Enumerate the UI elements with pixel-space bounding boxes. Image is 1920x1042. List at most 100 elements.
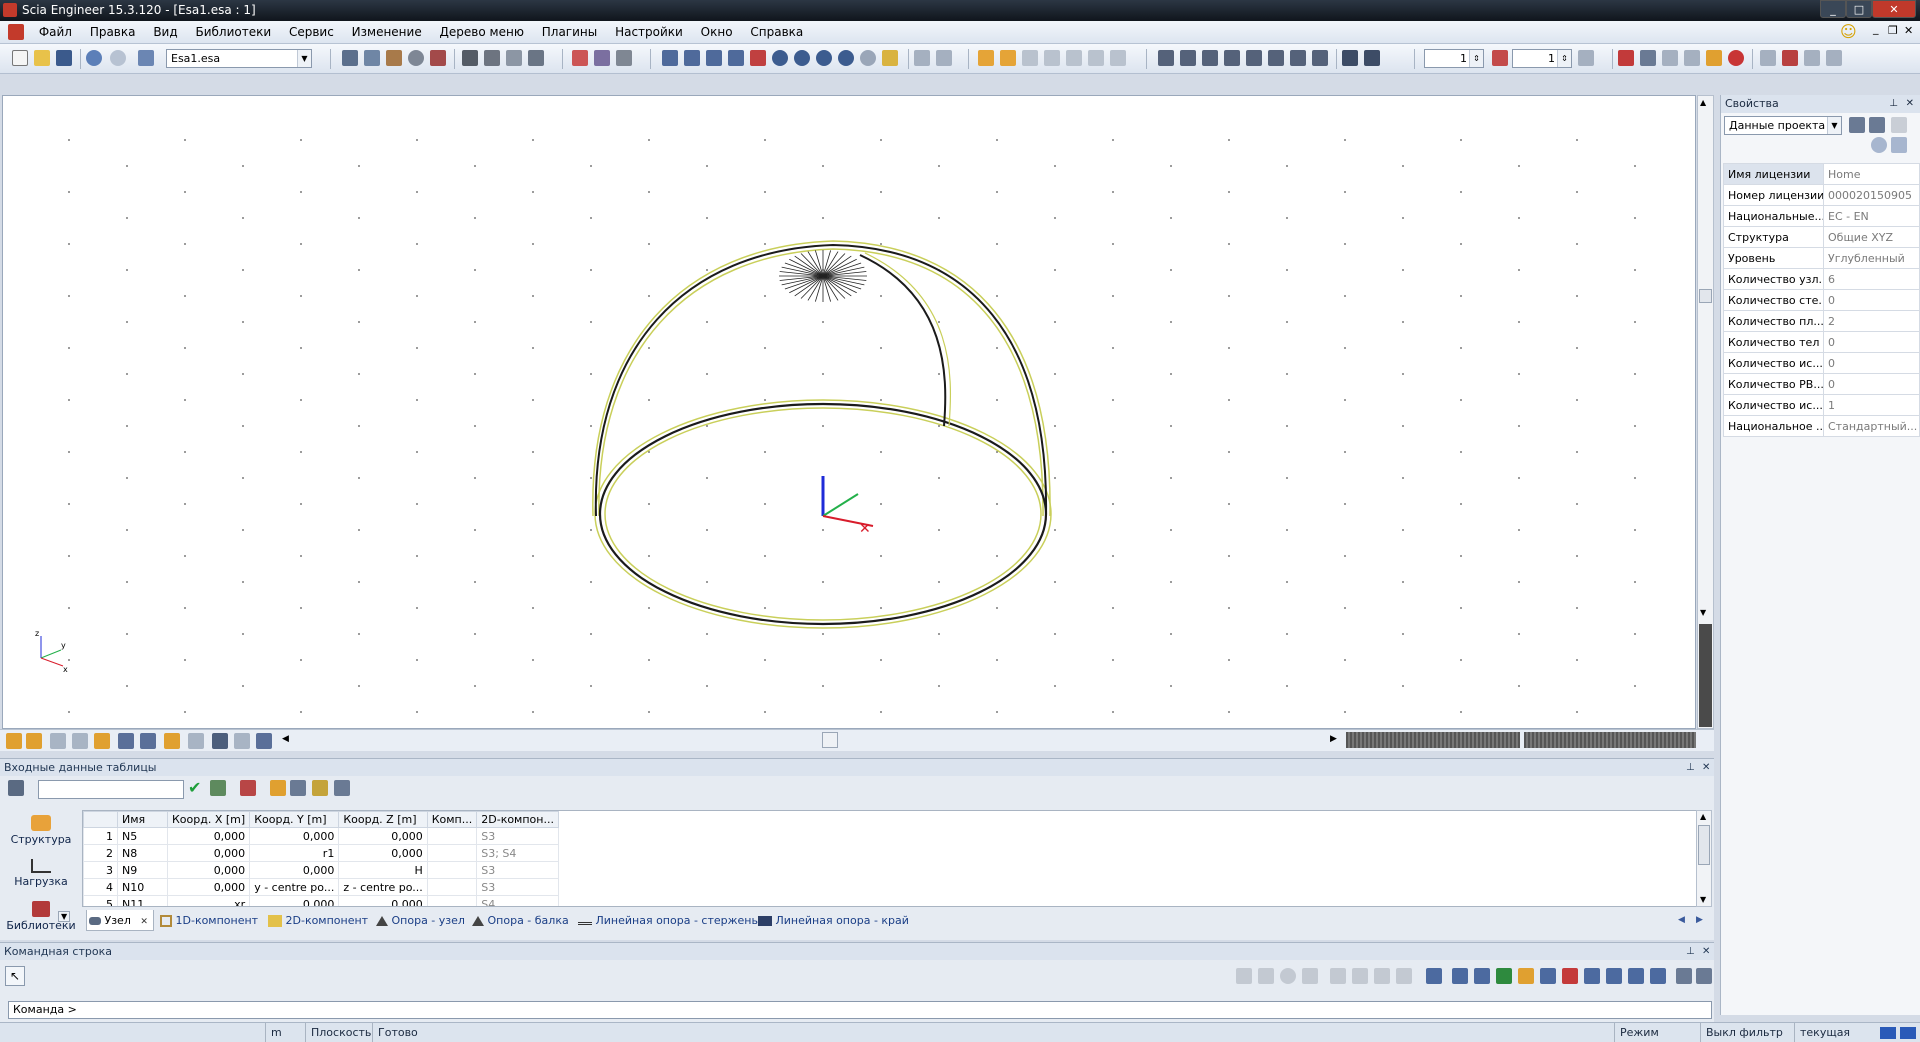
cursor-remove-icon[interactable]	[684, 50, 700, 66]
tab-2d-member[interactable]: 2D-компонент	[266, 910, 368, 931]
property-value[interactable]: 6	[1823, 268, 1920, 290]
spinner-icon[interactable]: ⇕	[1469, 50, 1483, 67]
sort-icon[interactable]	[290, 780, 306, 796]
scroll-up-icon[interactable]: ▲	[1700, 812, 1706, 821]
results-icon[interactable]	[1618, 50, 1634, 66]
menu-plugins[interactable]: Плагины	[535, 21, 604, 44]
nodes-table[interactable]: Имя Коорд. X [m] Коорд. Y [m] Коорд. Z [m] К…	[82, 810, 1700, 907]
zoom-prev-icon[interactable]	[860, 50, 876, 66]
close-icon[interactable]: ✕	[1702, 943, 1710, 960]
property-value[interactable]: EC - EN	[1823, 205, 1920, 227]
table-cell[interactable]: 0,000	[249, 861, 340, 879]
view-left-icon[interactable]	[1022, 50, 1038, 66]
snap-midpoint-icon[interactable]	[1258, 968, 1274, 984]
property-row[interactable]: Национальные... EC - EN	[1723, 205, 1920, 227]
snap-table-icon[interactable]	[1676, 968, 1692, 984]
side-load-button[interactable]: Нагрузка	[6, 859, 76, 888]
menu-edit[interactable]: Правка	[83, 21, 143, 44]
tab-node[interactable]: Узел ✕	[86, 910, 154, 931]
property-value[interactable]: Home	[1823, 163, 1920, 185]
render-mode-icon[interactable]	[164, 733, 180, 749]
tab-line-support-member[interactable]: Линейная опора - стержень	[576, 910, 758, 931]
property-value[interactable]: 0	[1823, 289, 1920, 311]
property-row[interactable]: Количество сте... 0	[1723, 289, 1920, 311]
scroll-down-icon[interactable]: ▼	[1700, 608, 1706, 617]
table-cell[interactable]: 0,000	[249, 827, 340, 845]
new-icon[interactable]	[12, 50, 28, 66]
table-cell[interactable]: 5	[83, 895, 118, 906]
filter-icon[interactable]	[1869, 117, 1885, 133]
load-group-icon[interactable]	[1492, 50, 1508, 66]
table-cell[interactable]: N9	[117, 861, 168, 879]
table-cell[interactable]: 0,000	[166, 827, 251, 845]
shade-icon[interactable]	[936, 50, 952, 66]
side-structure-button[interactable]: Структура	[6, 815, 76, 846]
column-header[interactable]: Комп...	[426, 811, 478, 828]
property-row[interactable]: Уровень Углубленный	[1723, 247, 1920, 269]
tab-beam-support[interactable]: Опора - балка	[470, 910, 569, 931]
property-row[interactable]: Количество тел :0	[1723, 331, 1920, 353]
table-cell[interactable]: r1	[249, 844, 340, 862]
table-cell[interactable]: S3	[476, 878, 559, 896]
display2-icon[interactable]	[234, 733, 250, 749]
zoom-select-icon[interactable]	[594, 50, 610, 66]
close-icon[interactable]: ✕	[1702, 759, 1710, 776]
spin1-field[interactable]: 1 ⇕	[1424, 49, 1484, 68]
table-row[interactable]: 5 N11 ...xr 0,000 0,000 S4	[83, 895, 559, 906]
property-row[interactable]: Национальное ... Стандартный...	[1723, 415, 1920, 437]
status-track-mode[interactable]: Режим отслеж	[1614, 1023, 1700, 1042]
zoom-slider[interactable]	[1699, 624, 1712, 727]
table-cell[interactable]	[426, 878, 478, 896]
add-row-icon[interactable]	[210, 780, 226, 796]
grid-icon[interactable]	[256, 733, 272, 749]
table-cell[interactable]: 3	[83, 861, 118, 879]
status-filter[interactable]: Выкл фильтр	[1700, 1023, 1798, 1042]
setup-icon[interactable]	[1804, 50, 1820, 66]
axis-icon[interactable]	[750, 50, 766, 66]
undo-icon[interactable]	[86, 50, 102, 66]
table-filter-input[interactable]	[38, 780, 184, 799]
pin-icon[interactable]: ⊥	[1686, 943, 1695, 960]
regen-icon[interactable]	[882, 50, 898, 66]
table-vertical-scrollbar[interactable]: ▲ ▼	[1696, 810, 1712, 907]
zoom-in-icon[interactable]	[772, 50, 788, 66]
table-cell[interactable]: N8	[117, 844, 168, 862]
shade-mode-icon[interactable]	[188, 733, 204, 749]
tabs-next-icon[interactable]: ▶	[1696, 915, 1703, 925]
tab-node-support[interactable]: Опора - узел	[374, 910, 465, 931]
lock-icon[interactable]	[6, 733, 22, 749]
document-icon[interactable]	[8, 24, 24, 40]
menu-settings[interactable]: Настройки	[608, 21, 690, 44]
target-icon[interactable]	[1728, 50, 1744, 66]
calc-icon[interactable]	[1706, 50, 1722, 66]
column-header[interactable]: Коорд. Y [m]	[249, 811, 340, 828]
property-value[interactable]: 0	[1823, 352, 1920, 374]
cursor-icon[interactable]	[706, 50, 722, 66]
support-icon[interactable]	[1268, 50, 1284, 66]
label-abc2-icon[interactable]	[140, 733, 156, 749]
table-row[interactable]: 2 N8 0,000 r1 0,000 S3; S4	[83, 844, 559, 862]
tabs-left-arrow-icon[interactable]: ◀	[282, 734, 289, 744]
property-row[interactable]: Количество РВ... 0	[1723, 373, 1920, 395]
property-icon[interactable]	[616, 50, 632, 66]
property-row[interactable]: Количество пл... 2	[1723, 310, 1920, 332]
command-input[interactable]: Команда >	[8, 1001, 1712, 1019]
library-icon[interactable]	[386, 50, 402, 66]
mdi-restore-icon[interactable]: ❐	[1888, 24, 1898, 37]
export-icon[interactable]	[1760, 50, 1776, 66]
design-icon[interactable]	[1684, 50, 1700, 66]
beam-icon[interactable]	[1158, 50, 1174, 66]
view-back-icon[interactable]	[1000, 50, 1016, 66]
options-icon[interactable]	[1826, 50, 1842, 66]
zoom-all-icon[interactable]	[838, 50, 854, 66]
snap-quad-icon[interactable]	[1396, 968, 1412, 984]
chevron-down-icon[interactable]: ▼	[1827, 117, 1841, 134]
pin-icon[interactable]	[26, 733, 42, 749]
table-cell[interactable]: z - centre po...	[338, 878, 428, 896]
table-cell[interactable]: ...xr	[166, 895, 251, 906]
table-cell[interactable]: 0,000	[166, 844, 251, 862]
property-row[interactable]: Имя лицензии Home	[1723, 163, 1920, 185]
table-view-icon[interactable]	[8, 780, 24, 796]
label-abc-icon[interactable]	[118, 733, 134, 749]
maximize-button[interactable]: □	[1846, 0, 1872, 18]
